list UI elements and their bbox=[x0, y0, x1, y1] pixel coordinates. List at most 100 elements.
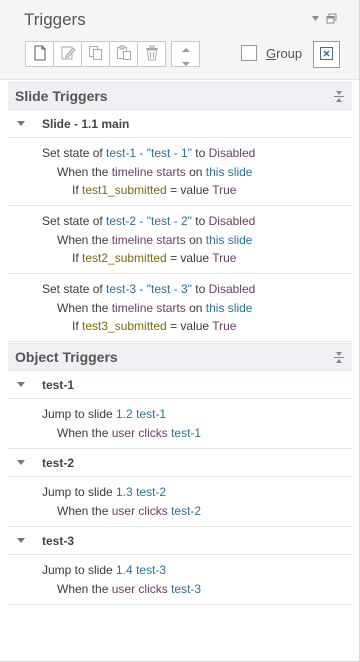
source-link[interactable]: this slide bbox=[206, 301, 253, 315]
group-toggle[interactable]: Group bbox=[241, 45, 302, 61]
actor-value[interactable]: user bbox=[112, 504, 135, 518]
state-value[interactable]: Disabled bbox=[209, 214, 256, 228]
condition-value[interactable]: True bbox=[212, 251, 236, 265]
object-trigger-3[interactable]: Jump to slide 1.4 test-3 When the user c… bbox=[8, 555, 352, 605]
trigger-condition-line: If test3_submitted = value True bbox=[72, 319, 236, 333]
paste-button[interactable] bbox=[109, 41, 138, 67]
move-up-icon[interactable] bbox=[181, 42, 191, 56]
condition-value[interactable]: True bbox=[212, 183, 236, 197]
target-object-link[interactable]: test-1 - "test - 1" bbox=[106, 146, 192, 160]
target-object-link[interactable]: test-3 - "test - 3" bbox=[106, 282, 192, 296]
chevron-down-icon[interactable] bbox=[17, 121, 25, 126]
operator-text: = value bbox=[170, 319, 210, 333]
new-trigger-icon bbox=[33, 45, 47, 64]
event-value[interactable]: timeline starts bbox=[112, 233, 186, 247]
group-label: Group bbox=[266, 45, 303, 61]
event-value[interactable]: timeline starts bbox=[112, 165, 186, 179]
delete-button[interactable] bbox=[137, 41, 166, 67]
object-trigger-1[interactable]: Jump to slide 1.2 test-1 When the user c… bbox=[8, 399, 352, 449]
action-text: Jump to slide bbox=[42, 563, 113, 577]
trigger-toolbar bbox=[25, 41, 200, 67]
trigger-action-line: Set state of test-1 - "test - 1" to Disa… bbox=[42, 146, 255, 160]
trigger-when-line: When the user clicks test-1 bbox=[57, 426, 201, 440]
paste-icon bbox=[116, 45, 132, 64]
slide-triggers-header[interactable]: Slide Triggers bbox=[8, 82, 352, 110]
variable-link[interactable]: test3_submitted bbox=[82, 319, 167, 333]
group-checkbox[interactable] bbox=[241, 45, 257, 61]
close-panel-button[interactable] bbox=[313, 41, 340, 68]
target-object-link[interactable]: test-2 - "test - 2" bbox=[106, 214, 192, 228]
object-group-row[interactable]: test-2 bbox=[8, 449, 352, 477]
state-value[interactable]: Disabled bbox=[209, 146, 256, 160]
object-triggers-header[interactable]: Object Triggers bbox=[8, 343, 352, 371]
action-text: Set state of bbox=[42, 214, 103, 228]
new-trigger-button[interactable] bbox=[25, 41, 54, 67]
slide-link[interactable]: 1.4 test-3 bbox=[116, 563, 166, 577]
action-text: Jump to slide bbox=[42, 407, 113, 421]
variable-link[interactable]: test1_submitted bbox=[82, 183, 167, 197]
actor-value[interactable]: user bbox=[112, 582, 135, 596]
action-text: Set state of bbox=[42, 146, 103, 160]
trigger-when-line: When the user clicks test-3 bbox=[57, 582, 201, 596]
slide-link[interactable]: 1.2 test-1 bbox=[116, 407, 166, 421]
slide-trigger-3[interactable]: Set state of test-3 - "test - 3" to Disa… bbox=[8, 274, 352, 342]
condition-value[interactable]: True bbox=[212, 319, 236, 333]
action-text: Set state of bbox=[42, 282, 103, 296]
trigger-action-line: Jump to slide 1.3 test-2 bbox=[42, 485, 166, 499]
object-trigger-2[interactable]: Jump to slide 1.3 test-2 When the user c… bbox=[8, 477, 352, 527]
to-text: to bbox=[195, 214, 206, 228]
if-text: If bbox=[72, 183, 79, 197]
slide-triggers-label: Slide Triggers bbox=[15, 88, 108, 104]
object-group-row[interactable]: test-1 bbox=[8, 371, 352, 399]
panel-titlebar: Triggers Group bbox=[0, 0, 359, 80]
when-text: When the bbox=[57, 233, 109, 247]
chevron-down-icon[interactable] bbox=[17, 538, 25, 543]
source-link[interactable]: test-2 bbox=[171, 504, 201, 518]
source-link[interactable]: test-3 bbox=[171, 582, 201, 596]
chevron-down-icon[interactable] bbox=[17, 382, 25, 387]
state-value[interactable]: Disabled bbox=[209, 282, 256, 296]
if-text: If bbox=[72, 251, 79, 265]
trigger-when-line: When the timeline starts on this slide bbox=[57, 301, 252, 315]
slide-group-name: Slide - 1.1 main bbox=[42, 116, 130, 131]
object-group-name: test-2 bbox=[42, 455, 75, 470]
trigger-condition-line: If test1_submitted = value True bbox=[72, 183, 236, 197]
trigger-condition-line: If test2_submitted = value True bbox=[72, 251, 236, 265]
trigger-when-line: When the user clicks test-2 bbox=[57, 504, 201, 518]
move-down-icon[interactable] bbox=[181, 56, 191, 70]
slide-trigger-1[interactable]: Set state of test-1 - "test - 1" to Disa… bbox=[8, 138, 352, 206]
when-text: When the bbox=[57, 426, 109, 440]
trigger-when-line: When the timeline starts on this slide bbox=[57, 165, 252, 179]
event-value[interactable]: clicks bbox=[138, 426, 167, 440]
if-text: If bbox=[72, 319, 79, 333]
edit-trigger-button[interactable] bbox=[53, 41, 82, 67]
collapse-all-icon[interactable] bbox=[334, 351, 344, 367]
restore-window-icon[interactable] bbox=[326, 13, 337, 27]
actor-value[interactable]: user bbox=[112, 426, 135, 440]
close-panel-icon bbox=[319, 46, 334, 64]
source-link[interactable]: test-1 bbox=[171, 426, 201, 440]
chevron-down-icon[interactable] bbox=[17, 460, 25, 465]
on-text: on bbox=[189, 165, 203, 179]
operator-text: = value bbox=[170, 251, 210, 265]
on-text: on bbox=[189, 301, 203, 315]
copy-button[interactable] bbox=[81, 41, 110, 67]
collapse-all-icon[interactable] bbox=[334, 90, 344, 106]
source-link[interactable]: this slide bbox=[206, 165, 253, 179]
variable-link[interactable]: test2_submitted bbox=[82, 251, 167, 265]
operator-text: = value bbox=[170, 183, 210, 197]
when-text: When the bbox=[57, 504, 109, 518]
source-link[interactable]: this slide bbox=[206, 233, 253, 247]
event-value[interactable]: clicks bbox=[138, 582, 167, 596]
slide-link[interactable]: 1.3 test-2 bbox=[116, 485, 166, 499]
pin-icon[interactable] bbox=[311, 14, 320, 26]
on-text: on bbox=[189, 233, 203, 247]
copy-icon bbox=[88, 45, 104, 64]
edit-trigger-icon bbox=[60, 45, 76, 64]
event-value[interactable]: timeline starts bbox=[112, 301, 186, 315]
object-group-row[interactable]: test-3 bbox=[8, 527, 352, 555]
slide-group-row[interactable]: Slide - 1.1 main bbox=[8, 110, 352, 138]
event-value[interactable]: clicks bbox=[138, 504, 167, 518]
to-text: to bbox=[195, 282, 206, 296]
slide-trigger-2[interactable]: Set state of test-2 - "test - 2" to Disa… bbox=[8, 206, 352, 274]
